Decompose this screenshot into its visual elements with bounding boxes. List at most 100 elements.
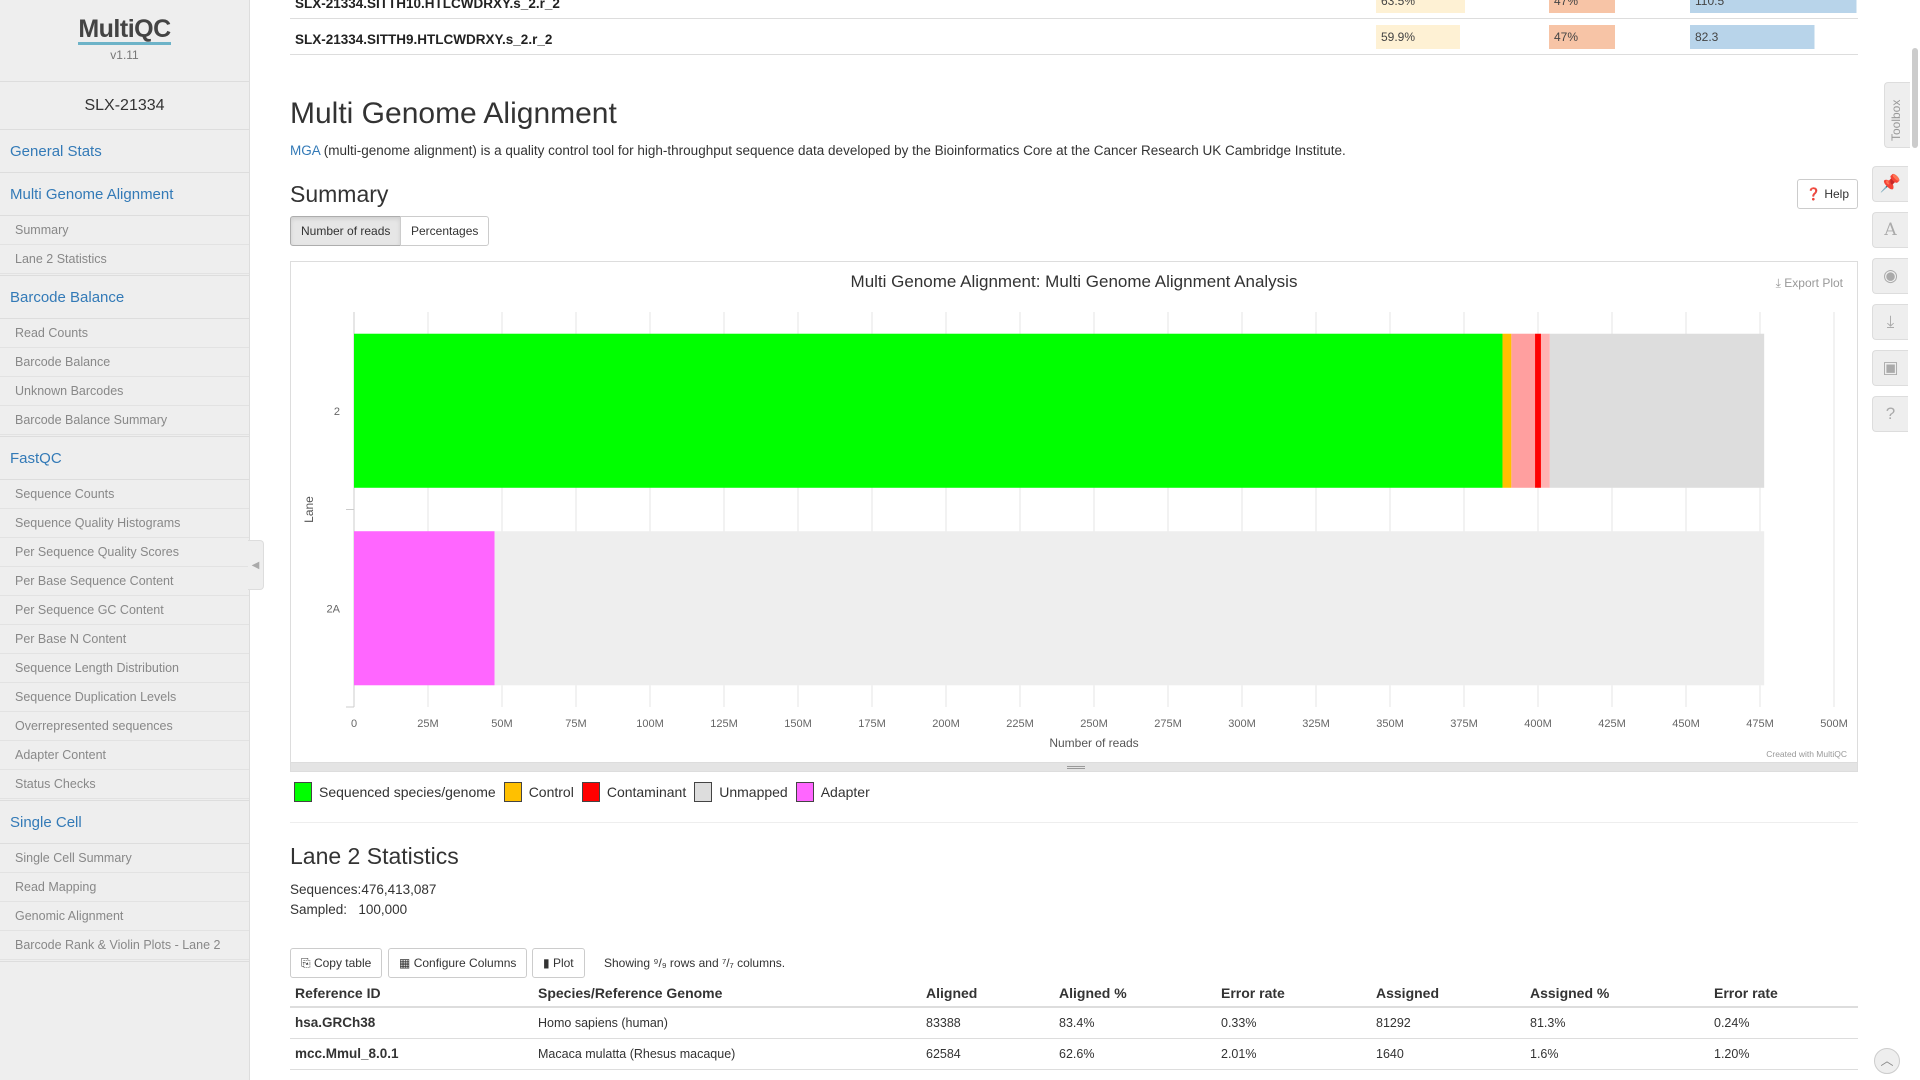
table-row: mcc.Mmul_8.0.1 Macaca mulatta (Rhesus mac… bbox=[290, 1038, 1858, 1070]
column-header[interactable]: Assigned bbox=[1371, 980, 1525, 1008]
sidebar-item[interactable]: Status Checks bbox=[0, 770, 249, 799]
legend-swatch bbox=[694, 782, 713, 802]
grid-icon: ▦ bbox=[399, 956, 411, 970]
sidebar-item[interactable]: Read Counts bbox=[0, 319, 249, 348]
scrollbar[interactable] bbox=[1912, 48, 1918, 148]
sidebar-item[interactable]: Per Sequence GC Content bbox=[0, 596, 249, 625]
sidebar-item[interactable]: Per Base Sequence Content bbox=[0, 567, 249, 596]
configure-columns-button[interactable]: ▦ Configure Columns bbox=[388, 948, 528, 978]
x-tick-label: 325M bbox=[1302, 718, 1330, 730]
sidebar-item[interactable]: Overrepresented sequences bbox=[0, 712, 249, 741]
hide-samples-icon[interactable]: ◉ bbox=[1872, 258, 1908, 294]
legend-item[interactable]: Control bbox=[503, 782, 574, 802]
legend-label: Adapter bbox=[820, 784, 870, 800]
table-cell: 83.4% bbox=[1054, 1007, 1216, 1039]
bar-segment bbox=[354, 531, 495, 686]
sidebar-item[interactable]: Summary bbox=[0, 216, 249, 245]
sidebar-item[interactable]: Sequence Quality Histograms bbox=[0, 509, 249, 538]
sidebar-item[interactable]: Sequence Counts bbox=[0, 480, 249, 509]
y-tick-label: 2A bbox=[327, 603, 341, 615]
sidebar-collapse-toggle[interactable]: ◀ bbox=[248, 540, 264, 590]
sidebar-section[interactable]: Single Cell bbox=[0, 801, 249, 844]
column-header[interactable]: Species/Reference Genome bbox=[533, 980, 921, 1008]
table-row: SLX-21334.SITTH9.HTLCWDRXY.s_2.r_2 59.9%… bbox=[290, 25, 1858, 55]
table-cell: 1.6% bbox=[1525, 1038, 1709, 1070]
reference-id-cell: hsa.GRCh38 bbox=[290, 1007, 533, 1039]
sidebar-item[interactable]: Genomic Alignment bbox=[0, 902, 249, 931]
legend-item[interactable]: Sequenced species/genome bbox=[294, 782, 496, 802]
column-header[interactable]: Reference ID bbox=[290, 980, 533, 1008]
sidebar-item[interactable]: Sequence Length Distribution bbox=[0, 654, 249, 683]
x-tick-label: 150M bbox=[784, 718, 812, 730]
showing-rows-text: Showing ⁹/₉ rows and ⁷/₇ columns. bbox=[604, 956, 786, 970]
mga-link[interactable]: MGA bbox=[290, 143, 320, 158]
column-header[interactable]: Error rate bbox=[1709, 980, 1858, 1008]
x-tick-label: 225M bbox=[1006, 718, 1034, 730]
rename-samples-icon[interactable]: A bbox=[1872, 212, 1908, 248]
sidebar-section[interactable]: Barcode Balance bbox=[0, 276, 249, 319]
sidebar-item[interactable]: Per Base N Content bbox=[0, 625, 249, 654]
sidebar-item[interactable]: Barcode Rank & Violin Plots - Lane 2 bbox=[0, 931, 249, 960]
legend-swatch bbox=[294, 782, 312, 802]
sidebar-item[interactable]: Read Mapping bbox=[0, 873, 249, 902]
sidebar-item[interactable]: Barcode Balance Summary bbox=[0, 406, 249, 435]
bar-segment bbox=[1549, 333, 1765, 488]
legend-swatch bbox=[581, 782, 600, 802]
sidebar-item[interactable]: Sequence Duplication Levels bbox=[0, 683, 249, 712]
sidebar-item[interactable]: Unknown Barcodes bbox=[0, 377, 249, 406]
x-tick-label: 375M bbox=[1450, 718, 1478, 730]
sidebar-divider bbox=[0, 960, 249, 962]
sidebar-section[interactable]: Multi Genome Alignment bbox=[0, 173, 249, 216]
toggle-percentages[interactable]: Percentages bbox=[400, 216, 490, 246]
lane-stats-title: Lane 2 Statistics bbox=[290, 843, 459, 869]
x-tick-label: 275M bbox=[1154, 718, 1182, 730]
toolbox-tab[interactable]: Toolbox bbox=[1884, 82, 1910, 148]
table-cell: 1.20% bbox=[1709, 1038, 1858, 1070]
toggle-number-of-reads[interactable]: Number of reads bbox=[290, 216, 402, 246]
sidebar-item[interactable]: Per Sequence Quality Scores bbox=[0, 538, 249, 567]
sidebar-item[interactable]: Lane 2 Statistics bbox=[0, 245, 249, 274]
legend-item[interactable]: Unmapped bbox=[694, 782, 788, 802]
toolbox-label: Toolbox bbox=[1889, 99, 1903, 141]
logo[interactable]: MultiQC v1.11 bbox=[0, 0, 249, 82]
length-cell: 110.5 bbox=[1690, 0, 1858, 13]
export-icon[interactable]: ⤓ bbox=[1872, 304, 1908, 340]
bar-segment bbox=[1540, 333, 1550, 488]
legend-label: Sequenced species/genome bbox=[319, 784, 496, 800]
sidebar-nav: General Stats Multi Genome Alignment Summa… bbox=[0, 130, 249, 962]
column-header[interactable]: Aligned % bbox=[1054, 980, 1216, 1008]
table-row: hsa.GRCh38 Homo sapiens (human) 83388 83.4%… bbox=[290, 1007, 1858, 1039]
plot-table-button[interactable]: ▮ Plot bbox=[532, 948, 585, 978]
table-cell: 0.24% bbox=[1709, 1007, 1858, 1039]
scroll-to-top-button[interactable]: ︿ bbox=[1874, 1048, 1900, 1074]
pin-icon[interactable]: 📌 bbox=[1872, 166, 1908, 202]
legend-swatch bbox=[503, 782, 522, 802]
column-header[interactable]: Assigned % bbox=[1525, 980, 1709, 1008]
sidebar-item[interactable]: Adapter Content bbox=[0, 741, 249, 770]
column-header[interactable]: Aligned bbox=[921, 980, 1054, 1008]
help-circle-icon[interactable]: ? bbox=[1872, 396, 1908, 432]
legend-item[interactable]: Adapter bbox=[795, 782, 870, 802]
toolbox: Toolbox 📌 A ◉ ⤓ ▣ ? bbox=[1870, 0, 1920, 1080]
sidebar-section[interactable]: FastQC bbox=[0, 437, 249, 480]
copy-icon: ⎘ bbox=[301, 956, 311, 970]
sidebar-item[interactable]: Barcode Balance bbox=[0, 348, 249, 377]
sampled-value: 100,000 bbox=[358, 902, 408, 917]
x-tick-label: 450M bbox=[1672, 718, 1700, 730]
legend-item[interactable]: Contaminant bbox=[581, 782, 687, 802]
plot-resize-handle[interactable] bbox=[291, 762, 1857, 771]
legend-label: Contaminant bbox=[606, 784, 687, 800]
help-icon: ❓ bbox=[1806, 187, 1821, 201]
copy-table-button[interactable]: ⎘ Copy table bbox=[290, 948, 383, 978]
main-content: SLX-21334.SITTH10.HTLCWDRXY.s_2.r_2 63.5… bbox=[290, 0, 1858, 1080]
help-button[interactable]: ❓ Help bbox=[1797, 179, 1858, 209]
logo-text: MultiQC bbox=[78, 15, 171, 45]
table-cell: 62584 bbox=[921, 1038, 1054, 1070]
x-tick-label: 400M bbox=[1524, 718, 1552, 730]
sidebar-item[interactable]: Single Cell Summary bbox=[0, 844, 249, 873]
save-icon[interactable]: ▣ bbox=[1872, 350, 1908, 386]
column-header[interactable]: Error rate bbox=[1216, 980, 1371, 1008]
x-tick-label: 100M bbox=[636, 718, 664, 730]
sidebar-section[interactable]: General Stats bbox=[0, 130, 249, 173]
bar-segment bbox=[494, 531, 1765, 686]
